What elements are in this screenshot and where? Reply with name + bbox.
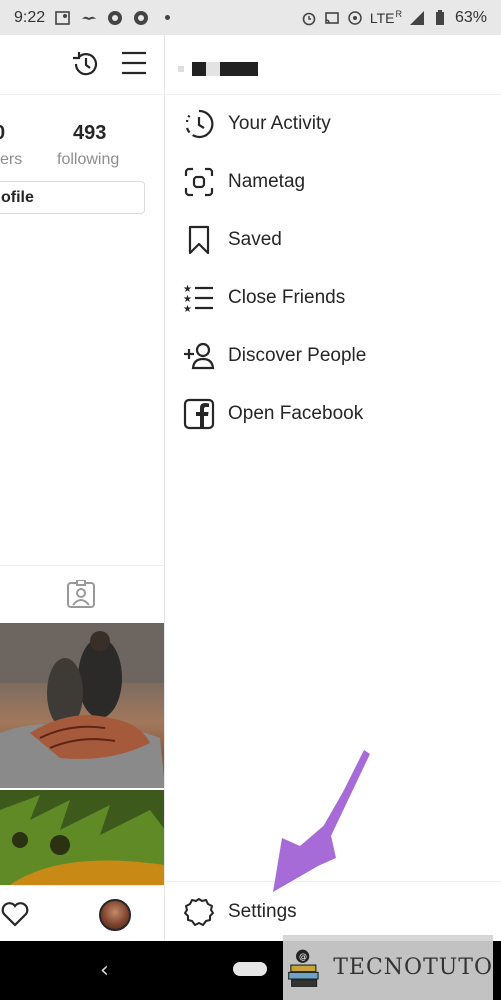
tagged-photos-icon[interactable] [66, 580, 96, 610]
maps-icon [55, 10, 70, 25]
tecnotuto-logo-icon: @ [288, 949, 319, 987]
menu-item-nametag[interactable]: Nametag [166, 153, 501, 211]
notification-dot [165, 15, 171, 20]
drawer-header [166, 35, 501, 95]
watermark-text: TECNOTUTO [333, 955, 493, 980]
profile-avatar[interactable] [99, 899, 131, 931]
heart-icon[interactable] [0, 900, 30, 928]
menu-item-close-friends[interactable]: ★ ★ ★ Close Friends [166, 269, 501, 327]
redacted-username [178, 62, 258, 76]
menu-item-label: Open Facebook [228, 403, 364, 424]
followers-count: 0 [0, 122, 5, 145]
roaming-indicator: R [395, 8, 402, 19]
kashgul-photo-image [0, 790, 164, 885]
followers-label: ers [0, 151, 23, 168]
menu-item-label: Discover People [228, 345, 367, 366]
home-pill-button[interactable] [233, 962, 267, 976]
edit-profile-button[interactable]: ofile [0, 181, 145, 214]
menu-item-saved[interactable]: Saved [166, 211, 501, 269]
profile-panel: 0 ers 493 following ofile [0, 35, 165, 941]
menu-item-discover-people[interactable]: Discover People [166, 327, 501, 385]
watermark: @ TECNOTUTO [283, 935, 493, 1000]
bottom-nav [0, 885, 164, 941]
facebook-icon [183, 398, 215, 430]
menu-item-open-facebook[interactable]: Open Facebook [166, 385, 501, 443]
following-label[interactable]: following [57, 151, 119, 169]
aperture-icon-2 [134, 10, 149, 25]
svg-text:@: @ [299, 951, 307, 961]
nametag-icon [184, 167, 214, 197]
profile-header [0, 35, 164, 95]
status-bar: 9:22 LTE R 63% [0, 0, 501, 35]
history-icon[interactable] [70, 48, 102, 80]
menu-item-label: Close Friends [228, 287, 346, 308]
signal-icon [409, 10, 424, 25]
henna-photo-image [0, 623, 164, 788]
alarm-icon [302, 12, 316, 25]
annotation-arrow-icon [273, 750, 370, 892]
activity-icon [185, 109, 214, 139]
status-time: 9:22 [14, 8, 46, 26]
profile-tabs [0, 565, 164, 622]
following-count[interactable]: 493 [73, 122, 106, 145]
gear-icon [184, 897, 214, 926]
mustache-icon [82, 16, 97, 20]
cast-icon [325, 11, 339, 24]
menu-item-label: Nametag [228, 171, 306, 192]
battery-icon [435, 9, 444, 25]
add-person-icon [184, 342, 215, 370]
hamburger-menu-icon[interactable] [120, 49, 148, 77]
network-type: LTE [369, 9, 395, 26]
menu-item-label: Saved [228, 229, 282, 250]
battery-level: 63% [454, 8, 487, 26]
bookmark-icon [188, 225, 210, 255]
svg-text:★: ★ [183, 304, 192, 314]
menu-item-label: Your Activity [228, 113, 331, 134]
back-chevron-icon[interactable]: ‹ [100, 958, 109, 983]
post-thumbnail[interactable] [0, 623, 164, 788]
post-thumbnail[interactable] [0, 790, 164, 885]
menu-item-your-activity[interactable]: Your Activity [166, 95, 501, 153]
aperture-icon [108, 10, 123, 25]
close-friends-icon: ★ ★ ★ [183, 284, 213, 314]
settings-label: Settings [228, 900, 297, 922]
hotspot-icon [348, 10, 362, 25]
